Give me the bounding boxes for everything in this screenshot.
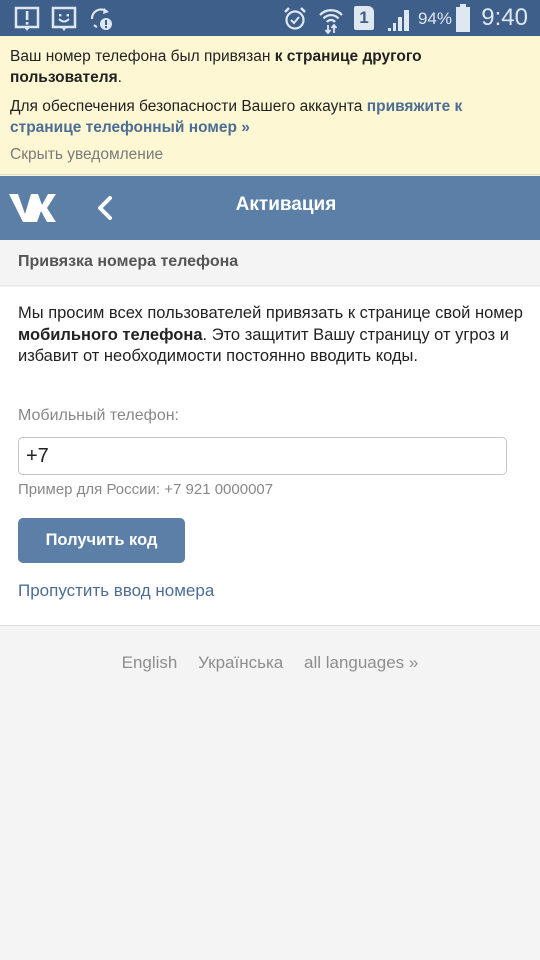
lang-ukrainian[interactable]: Українська bbox=[198, 653, 283, 672]
battery-percent: 94% bbox=[417, 9, 452, 28]
alarm-icon bbox=[284, 7, 306, 30]
footer: English Українська all languages » bbox=[0, 627, 540, 960]
phone-binding-form: Мы просим всех пользователей привязать к… bbox=[0, 287, 540, 626]
phone-input[interactable] bbox=[18, 437, 507, 475]
notice-line-1: Ваш номер телефона был привязан к страни… bbox=[10, 46, 530, 88]
phone-label: Мобильный телефон: bbox=[18, 407, 179, 424]
wifi-icon bbox=[319, 9, 343, 34]
notice-line-2: Для обеспечения безопасности Вашего акка… bbox=[10, 96, 530, 138]
notice-text: Ваш номер телефона был привязан bbox=[10, 48, 275, 65]
section-title: Привязка номера телефона bbox=[0, 240, 540, 286]
intro-text: Мы просим всех пользователей привязать к… bbox=[18, 303, 523, 368]
intro-text-bold: мобильного телефона bbox=[18, 325, 203, 344]
feedback-notification-icon bbox=[51, 6, 77, 31]
alert-notification-icon bbox=[14, 6, 40, 31]
phone-hint: Пример для России: +7 921 0000007 bbox=[18, 481, 274, 498]
skip-phone-link[interactable]: Пропустить ввод номера bbox=[18, 581, 214, 601]
sim-label: 1 bbox=[359, 8, 369, 27]
notification-banner: Ваш номер телефона был привязан к страни… bbox=[0, 36, 540, 175]
sim-1-icon: 1 bbox=[354, 6, 374, 30]
battery-icon bbox=[456, 4, 470, 32]
notice-text-2: Для обеспечения безопасности Вашего акка… bbox=[10, 98, 367, 115]
intro-text-start: Мы просим всех пользователей привязать к… bbox=[18, 304, 523, 322]
clock: 9:40 bbox=[481, 4, 528, 31]
language-selector: English Українська all languages » bbox=[0, 653, 540, 673]
lang-all[interactable]: all languages » bbox=[304, 653, 418, 672]
sync-error-icon bbox=[90, 8, 112, 30]
lang-english[interactable]: English bbox=[122, 653, 178, 672]
hide-notification-link[interactable]: Скрыть уведомление bbox=[10, 146, 163, 164]
page-title: Активация bbox=[235, 194, 337, 215]
status-bar: 1 94% 9:40 bbox=[0, 0, 540, 36]
signal-icon bbox=[388, 10, 409, 31]
get-code-button[interactable]: Получить код bbox=[18, 518, 185, 563]
app-header: Активация bbox=[0, 176, 540, 240]
notice-punct: . bbox=[117, 69, 122, 86]
